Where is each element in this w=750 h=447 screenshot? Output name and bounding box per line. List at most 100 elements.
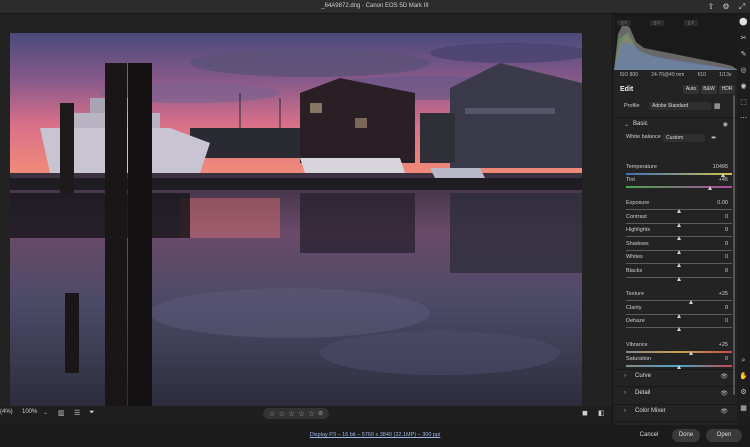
chevron-right-icon: › <box>624 390 626 396</box>
white-balance-dropdown[interactable]: Custom <box>663 134 705 142</box>
slider-value[interactable]: 0 <box>725 214 728 220</box>
bw-button[interactable]: B&W <box>701 85 717 94</box>
rating-stars[interactable]: ☆ ☆ ☆ ☆ ☆ ⊘ <box>263 408 329 419</box>
eye-icon[interactable]: 👁 <box>720 408 728 415</box>
basic-section-header[interactable]: ⌄ Basic ◉ <box>613 117 737 131</box>
highlight-clipping-warning[interactable]: ▯ 7 <box>684 20 698 26</box>
slider-value[interactable]: +25 <box>719 291 728 297</box>
zoom-fit-button[interactable]: (4%) <box>0 409 13 415</box>
slider-label: Exposure <box>626 200 650 206</box>
star-icon[interactable]: ☆ <box>269 410 275 418</box>
filter-icon[interactable]: ⏷ <box>89 409 95 417</box>
grid-icon[interactable]: ▦ <box>738 404 749 414</box>
eye-icon[interactable]: ◉ <box>723 121 728 128</box>
slider-value[interactable]: 0 <box>725 356 728 362</box>
lens-value: 24-70@40 mm <box>651 72 685 78</box>
presets-icon[interactable]: ⬚ <box>738 98 749 108</box>
hdr-button[interactable]: HDR <box>719 85 735 94</box>
sort-icon[interactable]: ☰ <box>74 409 80 417</box>
more-icon[interactable]: ⋯ <box>738 114 749 124</box>
slider-thumb[interactable] <box>676 209 681 213</box>
section-color-mixer[interactable]: › Color Mixer 👁 <box>613 404 737 418</box>
slider-track[interactable] <box>626 351 732 353</box>
slider-value[interactable]: 0 <box>725 268 728 274</box>
section-curve[interactable]: › Curve 👁 <box>613 369 737 383</box>
slider-thumb[interactable] <box>689 300 694 304</box>
slider-saturation: Saturation 0 <box>613 356 737 369</box>
slider-track[interactable] <box>626 186 732 188</box>
slider-thumb[interactable] <box>676 327 681 331</box>
settings-icon[interactable]: ⚙ <box>738 388 749 398</box>
compare-view-icon[interactable]: ◧ <box>598 409 605 417</box>
star-icon[interactable]: ☆ <box>308 410 314 418</box>
preview-image[interactable] <box>10 33 582 415</box>
slider-track[interactable] <box>626 300 732 301</box>
single-view-icon[interactable]: ◼ <box>582 409 588 417</box>
slider-thumb[interactable] <box>676 277 681 281</box>
section-detail[interactable]: › Detail 👁 <box>613 386 737 400</box>
canvas-bottom-bar: (4%) 100% ⌄ ▥ ☰ ⏷ ☆ ☆ ☆ ☆ ☆ ⊘ ◼ ◧ <box>0 406 612 420</box>
slider-value[interactable]: 0.00 <box>717 200 728 206</box>
title-bar: _64A9872.dng · Canon EOS 5D Mark III ⇪ ⚙… <box>0 0 750 14</box>
slider-thumb[interactable] <box>689 351 694 355</box>
zoom-icon[interactable]: ⌕ <box>738 356 749 366</box>
slider-track[interactable] <box>626 173 732 175</box>
slider-value[interactable]: +45 <box>719 177 728 183</box>
marina-sunset-photo <box>10 33 582 415</box>
footer-bar: Display P3 – 16 bit – 5760 x 3840 (22.1M… <box>0 425 750 447</box>
chevron-right-icon: › <box>624 408 626 414</box>
slider-shadows: Shadows 0 <box>613 241 737 254</box>
redeye-icon[interactable]: ◉ <box>738 82 749 92</box>
done-button[interactable]: Done <box>672 429 700 442</box>
chevron-down-icon[interactable]: ⌄ <box>43 409 48 416</box>
star-icon[interactable]: ☆ <box>289 410 295 418</box>
filmstrip-icon[interactable]: ▥ <box>58 409 65 417</box>
histogram: ▯ 7 ▯ 7 ▯ 7 <box>614 14 737 70</box>
slider-value[interactable]: 0 <box>725 318 728 324</box>
slider-blacks: Blacks 0 <box>613 268 737 281</box>
slider-label: Whites <box>626 254 643 260</box>
iso-value: ISO 800 <box>619 72 638 78</box>
slider-value[interactable]: 0 <box>725 305 728 311</box>
gear-icon[interactable]: ⚙ <box>721 2 731 12</box>
window-title: _64A9872.dng · Canon EOS 5D Mark III <box>321 3 429 9</box>
edit-icon[interactable]: ⚪ <box>738 18 749 28</box>
zoom-level-dropdown[interactable]: 100% <box>22 409 37 415</box>
expand-icon[interactable]: ⤢ <box>737 2 747 12</box>
reject-icon[interactable]: ⊘ <box>318 410 323 417</box>
edit-title: Edit <box>620 86 634 93</box>
star-icon[interactable]: ☆ <box>298 410 304 418</box>
slider-value[interactable]: 10495 <box>713 164 728 170</box>
slider-thumb[interactable] <box>708 186 713 190</box>
slider-thumb[interactable] <box>676 263 681 267</box>
heal-icon[interactable]: ✎ <box>738 50 749 60</box>
export-icon[interactable]: ⇪ <box>706 2 716 12</box>
tool-strip: ⚪ ✂ ✎ ◎ ◉ ⬚ ⋯ ⌕ ✋ ⚙ ▦ <box>737 14 750 425</box>
section-title: Color Mixer <box>635 408 666 414</box>
star-icon[interactable]: ☆ <box>279 410 285 418</box>
eyedropper-icon[interactable]: ✒ <box>711 134 717 142</box>
panel-scrollbar[interactable] <box>733 95 735 395</box>
eye-icon[interactable]: 👁 <box>720 373 728 380</box>
slider-thumb[interactable] <box>676 236 681 240</box>
cancel-button[interactable]: Cancel <box>633 429 665 442</box>
eye-icon[interactable]: 👁 <box>720 390 728 397</box>
open-button[interactable]: Open <box>706 429 742 442</box>
auto-button[interactable]: Auto <box>683 85 699 94</box>
slider-value[interactable]: 0 <box>725 254 728 260</box>
profile-browser-icon[interactable]: ▦ <box>714 102 721 110</box>
camera-raw-app: _64A9872.dng · Canon EOS 5D Mark III ⇪ ⚙… <box>0 0 750 447</box>
shadow-clipping-warning[interactable]: ▯ 7 <box>617 20 631 26</box>
profile-dropdown[interactable]: Adobe Standard <box>649 102 711 110</box>
slider-label: Blacks <box>626 268 643 274</box>
slider-contrast: Contrast 0 <box>613 214 737 227</box>
profile-row: Profile Adobe Standard ▦ <box>613 102 737 112</box>
slider-highlights: Highlights 0 <box>613 227 737 240</box>
hand-icon[interactable]: ✋ <box>738 372 749 382</box>
mask-icon[interactable]: ◎ <box>738 66 749 76</box>
crop-icon[interactable]: ✂ <box>738 34 749 44</box>
edit-panel: ▯ 7 ▯ 7 ▯ 7 ISO 800 24-70@40 mm f/10 1/1… <box>612 14 737 425</box>
slider-value[interactable]: 0 <box>725 227 728 233</box>
slider-value[interactable]: +25 <box>719 342 728 348</box>
slider-value[interactable]: 0 <box>725 241 728 247</box>
